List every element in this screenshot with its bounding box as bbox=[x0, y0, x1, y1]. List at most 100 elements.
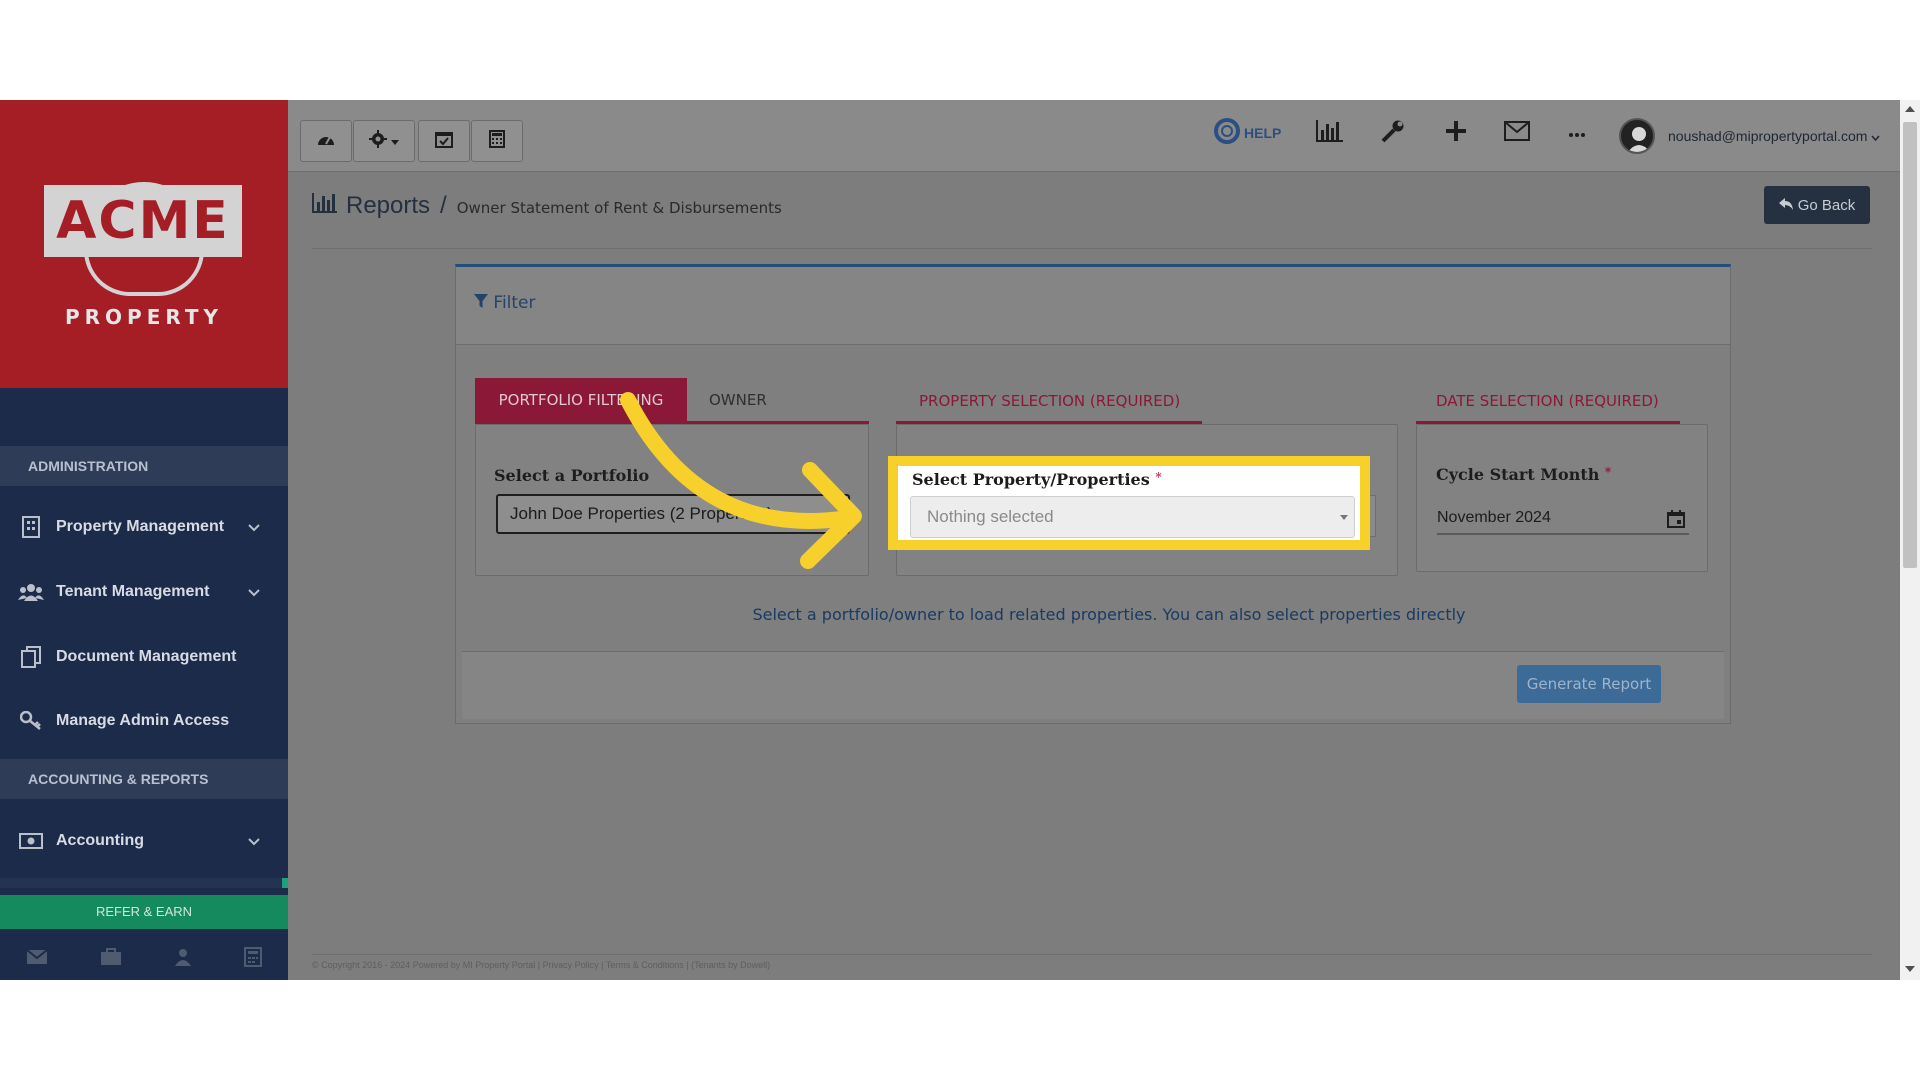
lifebuoy-icon bbox=[1214, 117, 1240, 149]
sidebar: ACME PROPERTY ADMINISTRATION Property Ma… bbox=[0, 100, 288, 980]
required-mark: * bbox=[1155, 470, 1162, 484]
scroll-up-arrow[interactable] bbox=[1905, 106, 1915, 112]
chevron-down-icon bbox=[1871, 128, 1880, 144]
sidebar-item-document-management[interactable]: Document Management bbox=[0, 627, 288, 687]
logo-subtext: PROPERTY bbox=[64, 305, 223, 329]
users-icon bbox=[18, 581, 44, 603]
user-icon[interactable] bbox=[174, 948, 192, 971]
filter-title-label: Filter bbox=[493, 293, 536, 313]
reports-chart-button[interactable] bbox=[1316, 118, 1344, 148]
help-button[interactable]: HELP bbox=[1214, 117, 1282, 149]
calendar-icon[interactable] bbox=[1667, 507, 1685, 541]
scroll-thumb[interactable] bbox=[1903, 122, 1917, 568]
page-subtitle: Owner Statement of Rent & Disbursements bbox=[456, 199, 782, 217]
date-label-text: Cycle Start Month bbox=[1436, 465, 1600, 484]
property-label: Select Property/Properties * bbox=[912, 470, 1162, 489]
required-mark: * bbox=[1604, 465, 1612, 479]
building-icon bbox=[18, 516, 44, 538]
briefcase-icon[interactable] bbox=[100, 947, 122, 971]
sidebar-item-tenant-management[interactable]: Tenant Management bbox=[0, 562, 288, 622]
sidebar-item-label: Property Management bbox=[56, 518, 225, 535]
filter-header: Filter bbox=[456, 267, 1730, 345]
ellipsis-icon bbox=[1569, 124, 1585, 142]
chevron-down-icon bbox=[248, 584, 260, 602]
tab-date-selection[interactable]: DATE SELECTION (REQUIRED) bbox=[1436, 379, 1659, 423]
page-title[interactable]: Reports bbox=[346, 192, 430, 220]
sidebar-item-accounting[interactable]: Accounting bbox=[0, 811, 288, 871]
calculator-icon bbox=[489, 129, 505, 153]
cycle-start-month-input[interactable]: November 2024 bbox=[1437, 501, 1689, 535]
sidebar-item-label: Tenant Management bbox=[56, 583, 210, 600]
section-administration: ADMINISTRATION bbox=[0, 446, 288, 486]
calculator-button[interactable] bbox=[471, 120, 523, 162]
money-icon bbox=[18, 830, 44, 852]
sidebar-item-property-management[interactable]: Property Management bbox=[0, 497, 288, 557]
property-placeholder: Nothing selected bbox=[927, 507, 1054, 526]
caret-down-icon bbox=[1340, 497, 1348, 537]
gear-icon bbox=[369, 129, 387, 153]
user-email: noushad@mipropertyportal.com bbox=[1668, 128, 1868, 144]
calendar-check-icon bbox=[435, 130, 453, 153]
property-label-text: Select Property/Properties bbox=[912, 470, 1150, 489]
header-divider bbox=[312, 248, 1872, 249]
key-icon bbox=[18, 710, 44, 732]
documents-icon bbox=[18, 646, 44, 668]
breadcrumb: Reports / Owner Statement of Rent & Disb… bbox=[312, 192, 782, 222]
property-select-edge bbox=[1370, 495, 1376, 537]
user-menu[interactable]: noushad@mipropertyportal.com bbox=[1668, 128, 1880, 144]
date-label: Cycle Start Month * bbox=[1436, 465, 1611, 484]
bar-chart-icon bbox=[312, 193, 338, 218]
mail-icon[interactable] bbox=[26, 948, 48, 970]
sidebar-item-label: Manage Admin Access bbox=[56, 712, 230, 729]
logo-text: ACME bbox=[44, 185, 242, 257]
footer-divider bbox=[312, 954, 1872, 955]
section-accounting-reports: ACCOUNTING & REPORTS bbox=[0, 759, 288, 799]
sidebar-item-label: Accounting bbox=[56, 832, 144, 849]
plus-icon bbox=[1446, 120, 1466, 146]
generate-report-button[interactable]: Generate Report bbox=[1517, 665, 1661, 703]
sidebar-footer bbox=[0, 938, 288, 980]
property-select-highlight: Select Property/Properties * Nothing sel… bbox=[888, 456, 1370, 550]
dashboard-icon bbox=[316, 131, 336, 152]
settings-dropdown-button[interactable] bbox=[353, 120, 415, 162]
bar-chart-icon bbox=[1316, 119, 1344, 147]
tab-owner[interactable]: OWNER bbox=[709, 378, 767, 422]
avatar[interactable] bbox=[1619, 118, 1655, 154]
go-back-button[interactable]: Go Back bbox=[1764, 186, 1870, 224]
sidebar-divider bbox=[0, 878, 288, 888]
tab-property-selection[interactable]: PROPERTY SELECTION (REQUIRED) bbox=[919, 379, 1180, 423]
caret-down-icon bbox=[391, 132, 399, 150]
envelope-icon bbox=[1504, 120, 1530, 146]
date-panel bbox=[1416, 424, 1708, 572]
scroll-down-arrow[interactable] bbox=[1905, 966, 1915, 972]
logo-area[interactable]: ACME PROPERTY bbox=[0, 100, 288, 388]
wrench-icon bbox=[1381, 119, 1405, 148]
dashboard-button[interactable] bbox=[300, 120, 352, 162]
copyright-footer: © Copyright 2016 - 2024 Powered by MI Pr… bbox=[312, 960, 771, 970]
sidebar-item-label: Document Management bbox=[56, 648, 237, 665]
top-toolbar: HELP noushad@mipropertyportal.com bbox=[288, 100, 1900, 172]
messages-button[interactable] bbox=[1504, 118, 1530, 148]
more-button[interactable] bbox=[1569, 118, 1585, 148]
reply-icon bbox=[1778, 197, 1793, 214]
calendar-button[interactable] bbox=[418, 120, 470, 162]
scrollbar[interactable] bbox=[1900, 100, 1920, 980]
tab-portfolio-filtering[interactable]: PORTFOLIO FILTERING bbox=[475, 378, 687, 422]
tools-button[interactable] bbox=[1381, 118, 1405, 148]
date-value: November 2024 bbox=[1437, 509, 1551, 526]
chevron-down-icon bbox=[248, 833, 260, 851]
refer-earn-button[interactable]: REFER & EARN bbox=[0, 895, 288, 929]
breadcrumb-separator: / bbox=[440, 192, 447, 219]
portfolio-select[interactable]: John Doe Properties (2 Properties) bbox=[496, 494, 850, 534]
app-window: ACME PROPERTY ADMINISTRATION Property Ma… bbox=[0, 100, 1920, 980]
add-button[interactable] bbox=[1446, 118, 1466, 148]
help-label: HELP bbox=[1244, 125, 1282, 141]
go-back-label: Go Back bbox=[1797, 196, 1856, 214]
sidebar-item-manage-admin-access[interactable]: Manage Admin Access bbox=[0, 691, 288, 751]
hint-text: Select a portfolio/owner to load related… bbox=[752, 605, 1466, 624]
filter-title: Filter bbox=[474, 293, 536, 313]
calculator-icon[interactable] bbox=[244, 946, 262, 972]
filter-icon bbox=[474, 293, 488, 313]
chevron-down-icon bbox=[248, 519, 260, 537]
property-select[interactable]: Nothing selected bbox=[910, 496, 1355, 538]
